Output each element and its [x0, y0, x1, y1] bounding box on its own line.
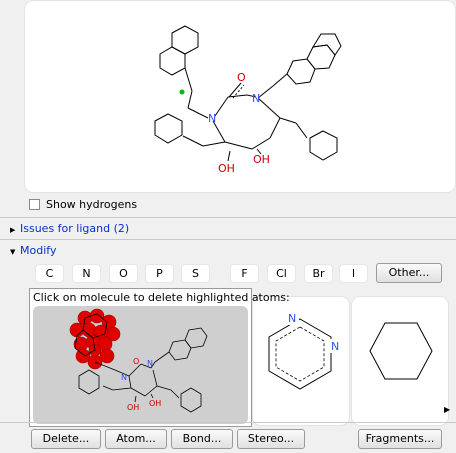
atom-button-s[interactable]: S: [181, 264, 210, 283]
nitrogen-label: N: [208, 112, 216, 125]
oxygen-label: O: [237, 71, 246, 84]
atom-button-cl[interactable]: Cl: [267, 264, 296, 283]
atom-button-f[interactable]: F: [230, 264, 259, 283]
oxygen-label: O: [133, 357, 139, 366]
modify-label: Modify: [20, 244, 57, 257]
atom-button-i[interactable]: I: [339, 264, 368, 283]
molecule-structure[interactable]: N N O OH OH: [25, 1, 455, 192]
hydroxyl-label: OH: [253, 153, 270, 166]
tooltip-text: Click on molecule to delete highlighted …: [33, 291, 290, 304]
nitrogen-label: N: [147, 359, 153, 368]
stereo-button[interactable]: Stereo...: [237, 429, 305, 449]
atom-button-n[interactable]: N: [72, 264, 101, 283]
other-atom-button[interactable]: Other...: [376, 263, 442, 283]
hydroxyl-label: OH: [149, 399, 161, 408]
atom-button-c[interactable]: C: [35, 264, 64, 283]
scroll-right-arrow-icon[interactable]: ▶: [444, 405, 450, 414]
issues-section-toggle[interactable]: ▶ Issues for ligand (2): [10, 222, 129, 235]
expand-arrow-icon: ▶: [10, 226, 16, 234]
hydroxyl-label: OH: [218, 162, 235, 175]
show-hydrogens-label: Show hydrogens: [46, 198, 138, 211]
nitrogen-label: N: [288, 312, 296, 325]
delete-button[interactable]: Delete...: [31, 429, 101, 449]
atom-button[interactable]: Atom...: [105, 429, 167, 449]
delete-atoms-tooltip: Click on molecule to delete highlighted …: [29, 288, 290, 427]
atom-button-br[interactable]: Br: [304, 264, 333, 283]
issues-label: Issues for ligand (2): [20, 222, 130, 235]
hydroxyl-label: OH: [127, 403, 139, 412]
divider: [0, 239, 456, 240]
pyrimidine-structure: N N: [268, 311, 341, 390]
fragment-cyclohexane[interactable]: [351, 296, 449, 426]
tooltip-molecule-preview: N N O OH OH: [33, 306, 248, 424]
fragments-button[interactable]: Fragments...: [358, 429, 442, 449]
fragment-pyrimidine[interactable]: N N: [252, 296, 350, 426]
show-hydrogens-checkbox[interactable]: [29, 199, 40, 210]
collapse-arrow-icon: ▼: [10, 248, 16, 256]
bond-button[interactable]: Bond...: [171, 429, 233, 449]
nitrogen-label: N: [121, 373, 127, 382]
preview-molecule-structure: N N O OH OH: [69, 308, 208, 413]
selected-atom-marker: [179, 89, 185, 95]
divider: [0, 217, 456, 218]
atom-button-p[interactable]: P: [145, 264, 174, 283]
nitrogen-label: N: [331, 340, 339, 353]
molecule-panel[interactable]: N N O OH OH: [24, 0, 456, 193]
cyclohexane-structure: [369, 322, 433, 380]
nitrogen-label: N: [252, 92, 260, 105]
divider: [0, 422, 456, 423]
modify-section-toggle[interactable]: ▼ Modify: [10, 244, 56, 257]
atom-button-o[interactable]: O: [109, 264, 138, 283]
